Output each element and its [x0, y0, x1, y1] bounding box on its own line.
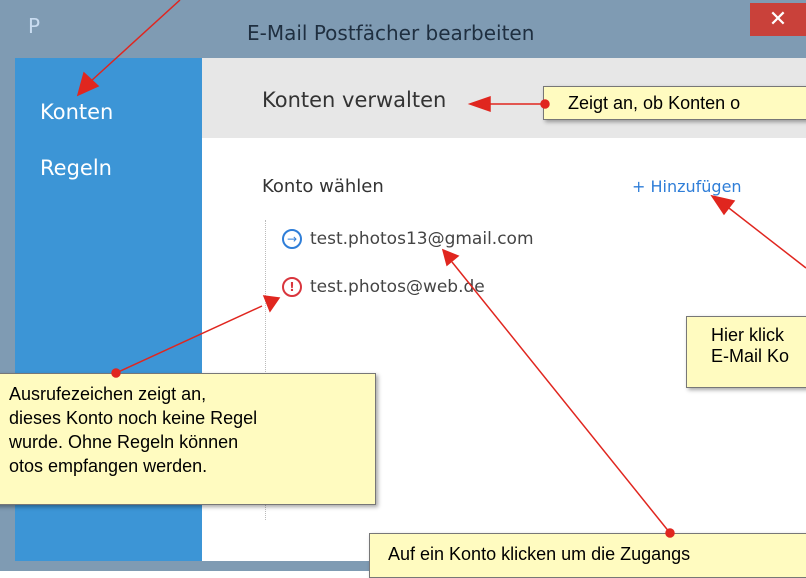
- callout-warning-line3: wurde. Ohne Regeln können: [9, 432, 239, 452]
- exclamation-circle-icon: !: [282, 277, 302, 297]
- callout-warning-line1: Ausrufezeichen zeigt an,: [9, 384, 207, 404]
- callout-warning-line4: otos empfangen werden.: [9, 456, 208, 476]
- callout-header: Zeigt an, ob Konten o: [543, 86, 806, 120]
- callout-bottom: Auf ein Konto klicken um die Zugangs: [369, 533, 806, 578]
- callout-header-text: Zeigt an, ob Konten o: [568, 93, 741, 113]
- sidebar-item-konten[interactable]: Konten: [40, 100, 113, 124]
- callout-warning-line2: dieses Konto noch keine Regel: [9, 408, 258, 428]
- callout-add: Hier klick E-Mail Ko: [686, 316, 806, 388]
- arrow-right-circle-icon: →: [282, 229, 302, 249]
- add-account-link[interactable]: + Hinzufügen: [632, 177, 742, 196]
- title-bar: P E-Mail Postfächer bearbeiten ✕: [0, 0, 806, 58]
- choose-account-label: Konto wählen: [262, 176, 384, 197]
- callout-warning: Ausrufezeichen zeigt an, dieses Konto no…: [0, 373, 376, 505]
- account-item-webde[interactable]: ! test.photos@web.de: [282, 277, 485, 297]
- account-email: test.photos@web.de: [310, 277, 485, 297]
- section-title: Konten verwalten: [262, 88, 447, 112]
- app-logo-icon: P: [28, 14, 41, 38]
- close-button[interactable]: ✕: [750, 3, 806, 36]
- account-item-gmail[interactable]: → test.photos13@gmail.com: [282, 229, 534, 249]
- callout-add-line1: Hier klick: [711, 325, 785, 345]
- callout-bottom-text: Auf ein Konto klicken um die Zugangs: [388, 544, 691, 564]
- window-title: E-Mail Postfächer bearbeiten: [247, 21, 535, 45]
- account-email: test.photos13@gmail.com: [310, 229, 534, 249]
- sidebar-item-regeln[interactable]: Regeln: [40, 156, 112, 180]
- callout-add-line2: E-Mail Ko: [711, 346, 790, 366]
